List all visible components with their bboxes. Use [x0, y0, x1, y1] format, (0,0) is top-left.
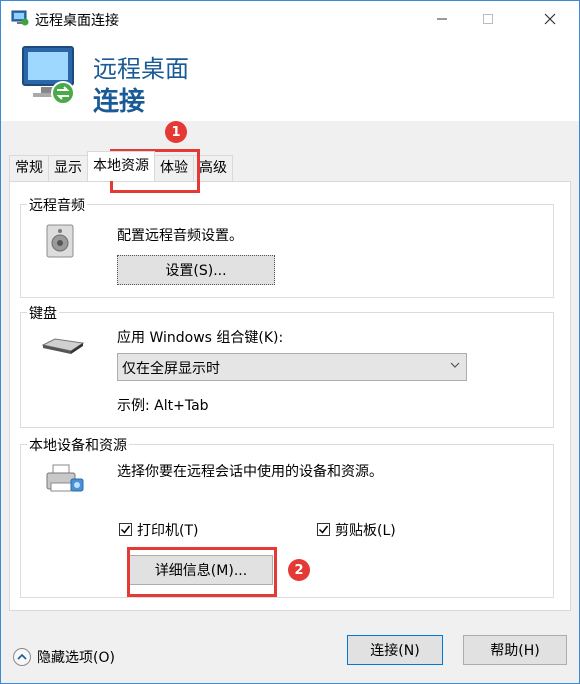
- group-remote-audio: 远程音频 配置远程音频设置。 设置(S)...: [20, 195, 554, 298]
- local-devices-description: 选择你要在远程会话中使用的设备和资源。: [117, 464, 383, 480]
- header-banner: 远程桌面 连接: [1, 37, 579, 121]
- annotation-badge-2: 2: [288, 559, 310, 581]
- printer-checkbox-label[interactable]: 打印机(T): [137, 520, 198, 540]
- group-label-local-devices: 本地设备和资源: [27, 435, 129, 455]
- group-label-remote-audio: 远程音频: [27, 195, 87, 215]
- remote-desktop-logo-icon: [22, 46, 75, 105]
- speaker-icon: [46, 224, 74, 258]
- title-bar: 远程桌面连接: [1, 1, 579, 37]
- tab-panel-local-resources: 远程音频 配置远程音频设置。 设置(S)... 键盘 应用 Windows 组合…: [9, 181, 571, 611]
- remote-desktop-icon: [11, 10, 29, 26]
- remote-audio-description: 配置远程音频设置。: [117, 228, 243, 244]
- chevron-up-icon: [13, 648, 31, 666]
- help-button[interactable]: 帮助(H): [463, 635, 567, 665]
- checkmark-icon: [318, 525, 329, 534]
- close-button[interactable]: [527, 1, 573, 37]
- tab-general[interactable]: 常规: [9, 155, 49, 181]
- keyboard-icon: [41, 338, 85, 354]
- close-icon: [544, 13, 556, 25]
- annotation-badge-1: 1: [165, 121, 187, 143]
- select-value: 仅在全屏显示时: [122, 361, 220, 377]
- annotation-highlight-details: [127, 547, 277, 597]
- minimize-icon: [437, 18, 447, 20]
- audio-settings-button[interactable]: 设置(S)...: [117, 255, 275, 285]
- header-title-line2: 连接: [93, 87, 146, 117]
- minimize-button[interactable]: [419, 1, 465, 37]
- group-keyboard: 键盘 应用 Windows 组合键(K): 仅在全屏显示时 示例: Alt+Ta…: [20, 303, 554, 428]
- hide-options-label: 隐藏选项(O): [37, 650, 115, 666]
- group-local-devices: 本地设备和资源 选择你要在远程会话中使用的设备和资源。 打印机(T) 剪贴板(L…: [20, 435, 554, 598]
- hide-options-toggle[interactable]: 隐藏选项(O): [13, 647, 115, 667]
- maximize-icon: [483, 14, 493, 24]
- keyboard-example: 示例: Alt+Tab: [117, 398, 209, 414]
- header-title-line1: 远程桌面: [93, 55, 189, 83]
- tab-local-resources[interactable]: 本地资源: [87, 151, 155, 181]
- connect-button[interactable]: 连接(N): [347, 635, 443, 665]
- printer-icon: [46, 464, 84, 492]
- chevron-down-icon: [450, 362, 460, 368]
- window-title: 远程桌面连接: [35, 13, 119, 29]
- checkmark-icon: [120, 525, 131, 534]
- rdp-window: 远程桌面连接 远程桌面 连接 常规 显示 本地资源 体验 高级 远程音频 配置远…: [0, 0, 580, 684]
- keyboard-description: 应用 Windows 组合键(K):: [117, 330, 284, 346]
- clipboard-checkbox-label[interactable]: 剪贴板(L): [335, 520, 396, 540]
- clipboard-checkbox[interactable]: [317, 523, 330, 536]
- tab-display[interactable]: 显示: [48, 155, 88, 181]
- printer-checkbox[interactable]: [119, 523, 132, 536]
- windows-key-combo-select[interactable]: 仅在全屏显示时: [117, 353, 467, 381]
- group-label-keyboard: 键盘: [27, 303, 59, 323]
- maximize-button[interactable]: [465, 1, 511, 37]
